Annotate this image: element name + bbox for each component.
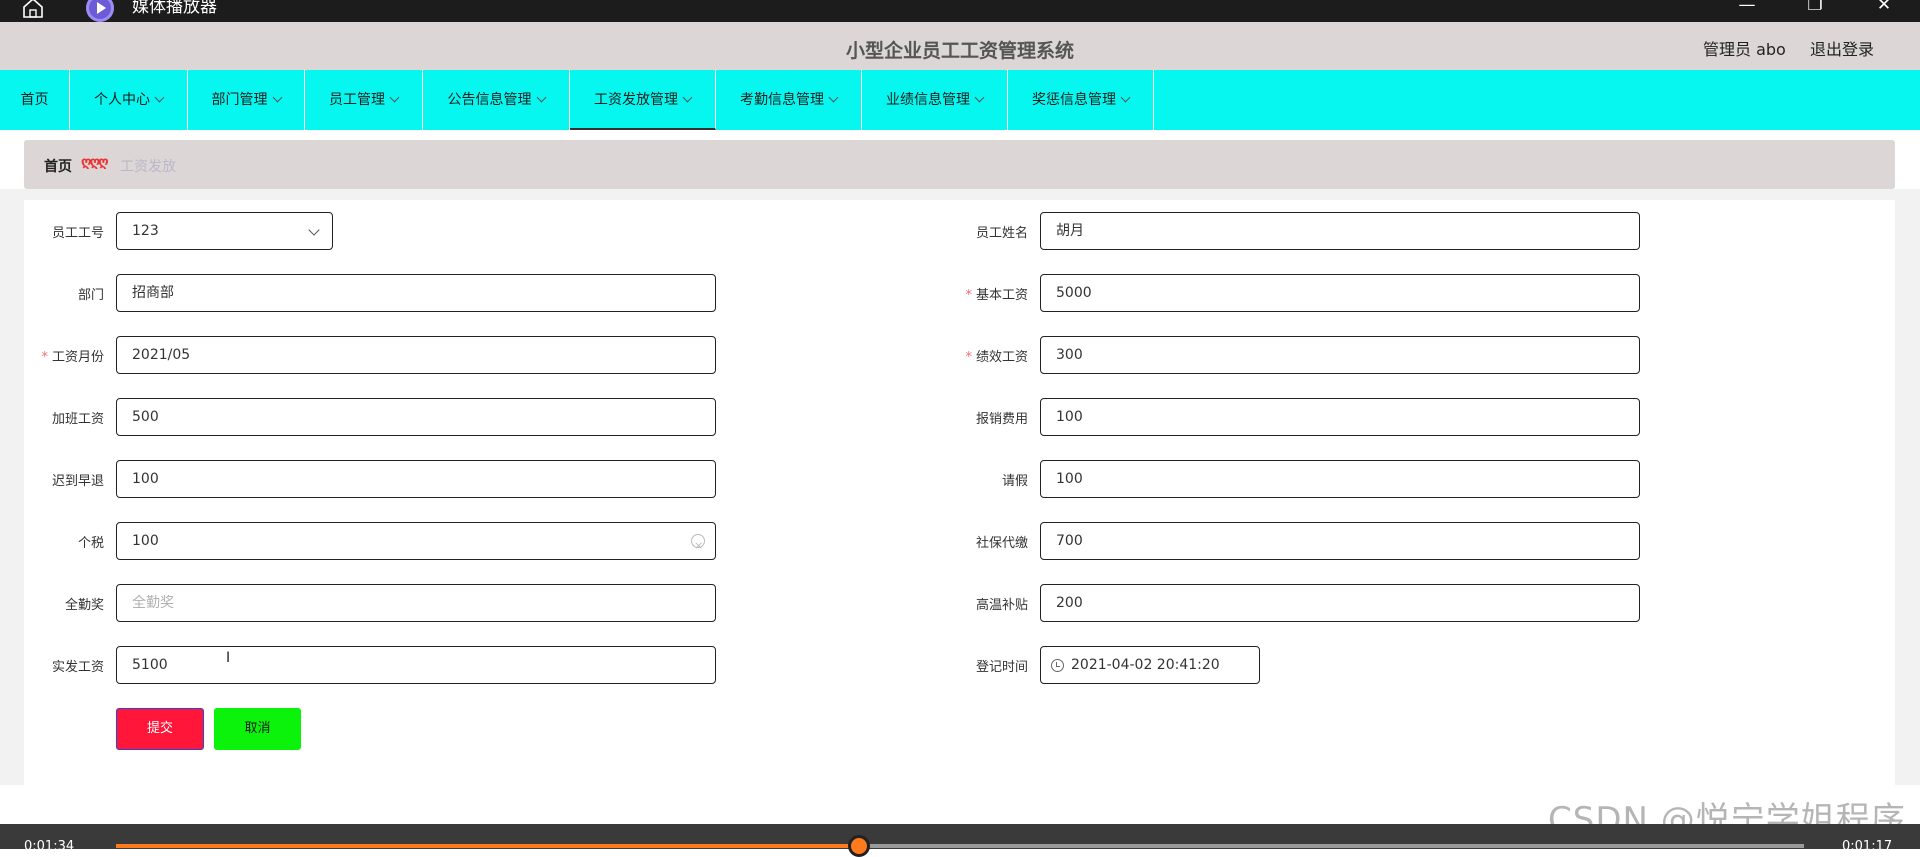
restore-icon[interactable]: ❐ <box>1805 0 1825 17</box>
employee-no-value: 123 <box>132 223 159 239</box>
leave-input[interactable]: 100 <box>1040 460 1640 498</box>
chevron-down-icon <box>828 92 839 103</box>
salary-month-input[interactable]: 2021/05 <box>116 336 716 374</box>
main-nav: 首页 个人中心 部门管理 员工管理 公告信息管理 工资发放管理 考勤信息管理 业… <box>0 70 1920 130</box>
attendance-bonus-input[interactable]: 全勤奖 <box>116 584 716 622</box>
nav-item-department[interactable]: 部门管理 <box>188 70 305 130</box>
nav-label: 首页 <box>20 92 49 108</box>
nav-label: 公告信息管理 <box>447 92 532 108</box>
chevron-down-icon <box>272 92 282 103</box>
time-elapsed: 0:01:34 <box>24 839 75 854</box>
base-salary-input[interactable]: 5000 <box>1040 274 1640 312</box>
logout-link[interactable]: 退出登录 <box>1810 36 1874 60</box>
employee-name-label: 员工姓名 <box>975 226 1028 241</box>
nav-item-salary[interactable]: 工资发放管理 <box>570 70 716 130</box>
chevron-down-icon <box>154 92 165 103</box>
submit-button[interactable]: 提交 <box>116 708 204 750</box>
net-salary-input[interactable]: 5100 <box>116 646 716 684</box>
heat-allowance-input[interactable]: 200 <box>1040 584 1640 622</box>
salary-form: 员工工号 123 部门 招商部 * 工资月份 2021/05 加班工资 500 迟… <box>24 200 1895 785</box>
breadcrumb-home[interactable]: 首页 <box>44 156 72 176</box>
social-security-input[interactable]: 700 <box>1040 522 1640 560</box>
chevron-down-icon <box>974 92 985 103</box>
salary-month-label: * 工资月份 <box>41 350 104 365</box>
text-cursor-icon: I <box>226 650 231 666</box>
minimize-icon[interactable]: — <box>1737 0 1757 17</box>
app-title: 小型企业员工工资管理系统 <box>845 40 1074 62</box>
chevron-down-icon <box>536 92 546 103</box>
clock-icon <box>1051 659 1064 672</box>
late-early-input[interactable]: 100 <box>116 460 716 498</box>
breadcrumb-current: 工资发放 <box>120 159 176 175</box>
attendance-bonus-label: 全勤奖 <box>64 598 104 613</box>
heat-allowance-label: 高温补贴 <box>975 598 1028 613</box>
overtime-pay-input[interactable]: 500 <box>116 398 716 436</box>
register-time-value: 2021-04-02 20:41:20 <box>1071 657 1220 673</box>
nav-label: 部门管理 <box>211 92 268 108</box>
nav-label: 工资发放管理 <box>594 92 678 108</box>
employee-name-input[interactable]: 胡月 <box>1040 212 1640 250</box>
media-player-logo-icon <box>86 0 114 22</box>
department-label: 部门 <box>77 288 104 303</box>
base-salary-label: * 基本工资 <box>965 288 1028 303</box>
player-controls: 0:01:34 0:01:17 <box>0 824 1920 857</box>
income-tax-label: 个税 <box>77 536 104 551</box>
overtime-pay-label: 加班工资 <box>51 412 104 427</box>
employee-no-select[interactable]: 123 <box>116 212 333 250</box>
chevron-down-icon <box>389 92 400 103</box>
breadcrumb: 首页 ღღღ 工资发放 <box>24 140 1895 189</box>
nav-item-home[interactable]: 首页 <box>0 70 70 130</box>
employee-no-label: 员工工号 <box>51 226 104 241</box>
nav-item-attendance[interactable]: 考勤信息管理 <box>716 70 862 130</box>
cancel-button[interactable]: 取消 <box>214 708 301 750</box>
late-early-label: 迟到早退 <box>51 474 104 489</box>
nav-item-profile[interactable]: 个人中心 <box>70 70 188 130</box>
current-user: 管理员 abo <box>1703 40 1786 59</box>
chevron-down-icon <box>308 224 320 236</box>
leave-label: 请假 <box>1001 474 1028 489</box>
time-remaining: 0:01:17 <box>1842 839 1893 854</box>
performance-salary-label: * 绩效工资 <box>965 350 1028 365</box>
nav-label: 业绩信息管理 <box>886 92 970 108</box>
app-header: 小型企业员工工资管理系统 管理员 abo 退出登录 <box>0 22 1920 70</box>
breadcrumb-separator-icon: ღღღ <box>81 155 109 170</box>
net-salary-label: 实发工资 <box>51 660 104 675</box>
register-time-picker[interactable]: 2021-04-02 20:41:20 <box>1040 646 1260 684</box>
close-icon[interactable]: ✕ <box>1874 0 1894 17</box>
chevron-down-icon <box>682 92 693 103</box>
nav-label: 个人中心 <box>94 92 150 108</box>
progress-bar[interactable] <box>116 835 1804 857</box>
nav-label: 奖惩信息管理 <box>1032 92 1116 108</box>
progress-handle[interactable] <box>847 835 870 857</box>
nav-item-notice[interactable]: 公告信息管理 <box>423 70 570 130</box>
chevron-down-icon <box>1120 92 1131 103</box>
clear-icon[interactable] <box>691 528 705 564</box>
progress-fill <box>116 844 859 848</box>
nav-label: 考勤信息管理 <box>740 92 824 108</box>
performance-salary-input[interactable]: 300 <box>1040 336 1640 374</box>
reimbursement-label: 报销费用 <box>975 412 1028 427</box>
nav-item-performance[interactable]: 业绩信息管理 <box>862 70 1008 130</box>
player-title: 媒体播放器 <box>132 0 217 17</box>
home-icon[interactable] <box>22 0 44 18</box>
reimbursement-input[interactable]: 100 <box>1040 398 1640 436</box>
nav-item-employee[interactable]: 员工管理 <box>305 70 423 130</box>
nav-label: 员工管理 <box>329 92 385 108</box>
player-titlebar: 媒体播放器 — ❐ ✕ <box>0 0 1920 22</box>
social-security-label: 社保代缴 <box>975 536 1028 551</box>
income-tax-input[interactable]: 100 <box>116 522 716 564</box>
register-time-label: 登记时间 <box>975 660 1028 675</box>
nav-item-reward[interactable]: 奖惩信息管理 <box>1008 70 1154 130</box>
income-tax-value: 100 <box>132 533 159 549</box>
department-input[interactable]: 招商部 <box>116 274 716 312</box>
